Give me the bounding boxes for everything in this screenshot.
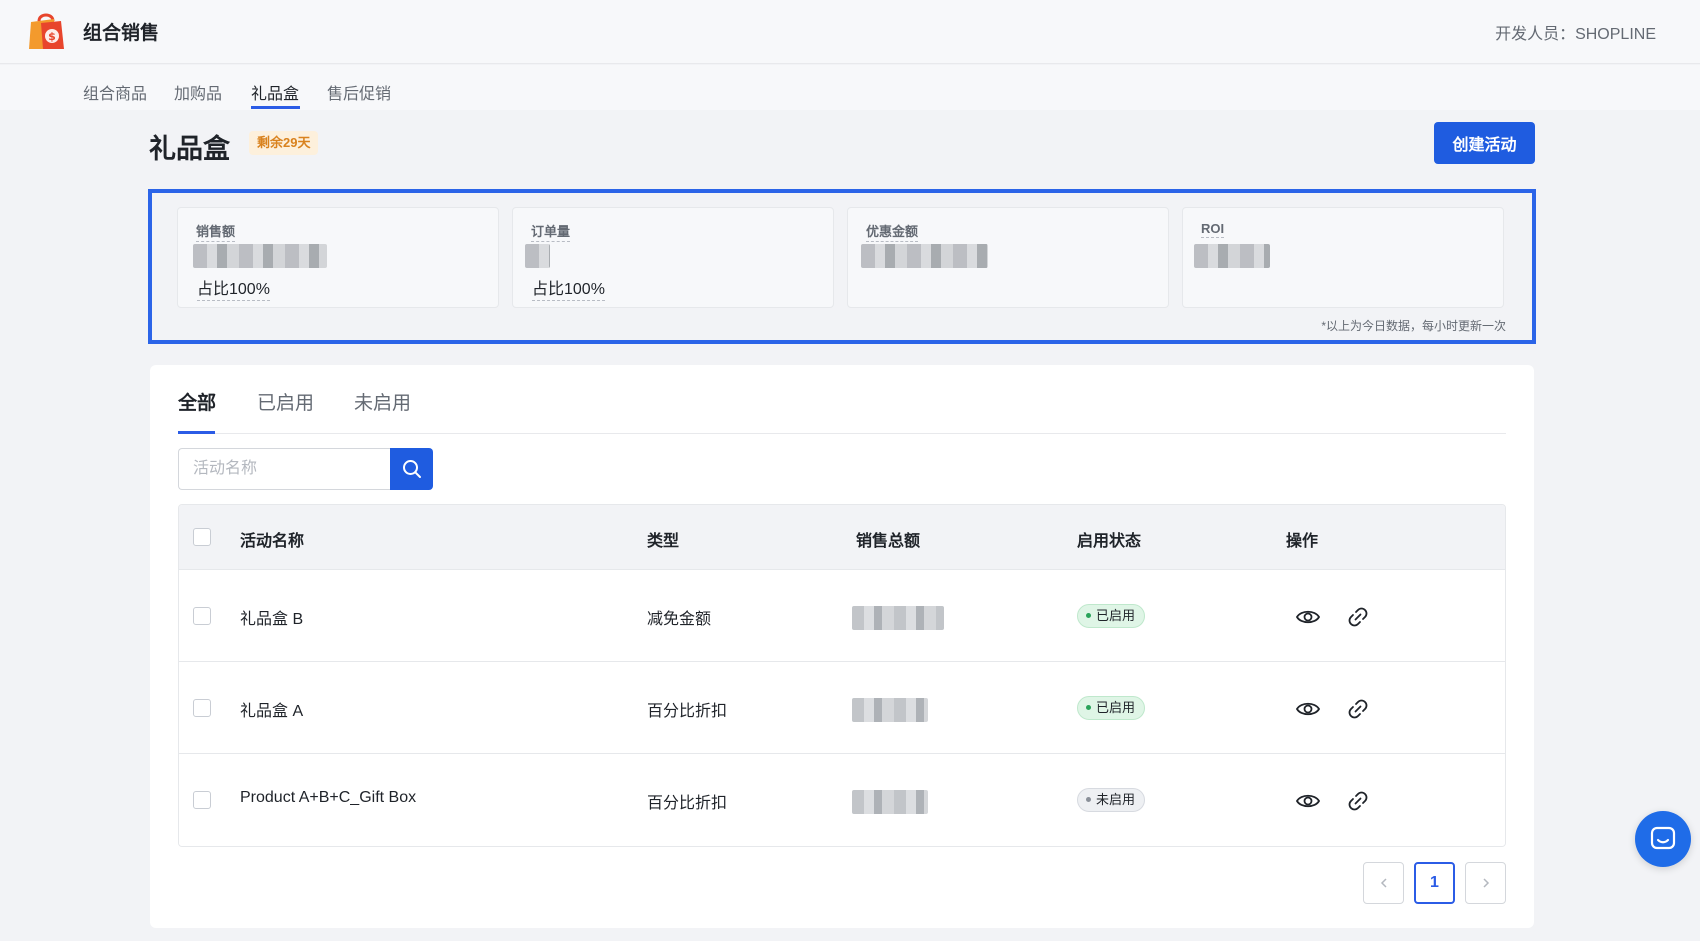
column-header-type: 类型 [647, 533, 680, 550]
column-header-name: 活动名称 [240, 533, 305, 550]
tab-enabled[interactable]: 已启用 [257, 388, 314, 415]
status-dot [1086, 797, 1091, 803]
table-row: 礼品盒 B 减免金额 已启用 [179, 570, 1505, 662]
subnav-item-bundle-products[interactable]: 组合商品 [83, 80, 147, 104]
stat-label[interactable]: 订单量 [531, 221, 571, 242]
status-text: 未启用 [1096, 792, 1136, 807]
view-eye-icon[interactable] [1295, 696, 1321, 722]
copy-link-icon[interactable] [1345, 604, 1371, 630]
row-activity-type: 百分比折扣 [647, 795, 728, 812]
page-title: 礼品盒 [149, 134, 230, 164]
stat-share[interactable]: 占比100% [532, 275, 605, 301]
row-activity-name: 礼品盒 B [240, 611, 304, 628]
subnav-item-add-on-products[interactable]: 加购品 [174, 80, 222, 104]
copy-link-icon[interactable] [1345, 788, 1371, 814]
days-remaining-badge: 剩余29天 [249, 131, 319, 155]
search-button[interactable] [390, 448, 433, 490]
view-eye-icon[interactable] [1295, 604, 1321, 630]
stat-card-roi: ROI [1182, 207, 1504, 308]
stat-value-blurred [1194, 244, 1270, 268]
previous-page-button[interactable] [1363, 862, 1404, 904]
stat-share[interactable]: 占比100% [197, 275, 270, 301]
status-badge: 已启用 [1077, 696, 1146, 720]
next-page-button[interactable] [1465, 862, 1506, 904]
activity-table: 活动名称 类型 销售总额 启用状态 操作 礼品盒 B 减免金额 已启用 礼品盒 … [178, 504, 1506, 847]
subnav-active-indicator [251, 106, 300, 109]
stats-panel: 销售额 占比100% 订单量 占比100% 优惠金额 ROI *以上为今日数据，… [148, 189, 1536, 344]
table-header: 活动名称 类型 销售总额 启用状态 操作 [179, 505, 1505, 570]
row-activity-type: 百分比折扣 [647, 703, 728, 720]
stat-value-blurred [193, 244, 327, 268]
row-checkbox[interactable] [193, 607, 211, 625]
row-checkbox[interactable] [193, 791, 211, 809]
chevron-right-icon [1482, 878, 1489, 888]
stat-card-discount-amount: 优惠金额 [847, 207, 1169, 308]
shopping-bag-logo-icon: $ [26, 9, 66, 51]
table-row: Product A+B+C_Gift Box 百分比折扣 未启用 [179, 754, 1505, 846]
copy-link-icon[interactable] [1345, 696, 1371, 722]
stats-update-note: *以上为今日数据，每小时更新一次 [1321, 319, 1506, 333]
stat-label[interactable]: 优惠金额 [866, 221, 919, 242]
sub-navigation: 组合商品 加购品 礼品盒 售后促销 [0, 65, 1700, 110]
activity-name-search-input[interactable] [178, 448, 391, 490]
stat-card-orders: 订单量 占比100% [512, 207, 834, 308]
tab-active-indicator [178, 431, 215, 434]
status-text: 已启用 [1096, 608, 1136, 623]
status-badge: 未启用 [1077, 788, 1146, 812]
chat-support-button[interactable] [1635, 811, 1691, 867]
subnav-item-after-sale-promotion[interactable]: 售后促销 [327, 80, 391, 104]
page-number-button[interactable]: 1 [1414, 862, 1455, 904]
subnav-item-gift-box[interactable]: 礼品盒 [251, 80, 299, 104]
column-header-actions: 操作 [1286, 533, 1319, 550]
row-activity-name: Product A+B+C_Gift Box [240, 789, 417, 806]
svg-text:$: $ [48, 30, 56, 43]
select-all-checkbox[interactable] [193, 528, 211, 546]
view-eye-icon[interactable] [1295, 788, 1321, 814]
tab-all[interactable]: 全部 [178, 388, 216, 415]
status-badge: 已启用 [1077, 604, 1146, 628]
tab-disabled[interactable]: 未启用 [354, 388, 411, 415]
table-row: 礼品盒 A 百分比折扣 已启用 [179, 662, 1505, 754]
stat-value-blurred [861, 244, 988, 268]
stat-value-blurred [525, 244, 550, 268]
activity-list-card: 全部 已启用 未启用 活动名称 类型 销售总额 启用状态 操作 礼品盒 B 减免… [150, 365, 1534, 928]
row-total-sales-blurred [852, 606, 944, 630]
stat-label[interactable]: 销售额 [196, 221, 236, 242]
column-header-status: 启用状态 [1077, 533, 1142, 550]
create-activity-button[interactable]: 创建活动 [1434, 122, 1535, 164]
app-title: 组合销售 [83, 23, 160, 44]
search-icon [402, 460, 421, 478]
top-bar: $ 组合销售 开发人员：SHOPLINE [0, 0, 1700, 64]
row-activity-name: 礼品盒 A [240, 703, 304, 720]
status-dot [1086, 613, 1091, 619]
row-checkbox[interactable] [193, 699, 211, 717]
row-total-sales-blurred [852, 790, 928, 814]
stat-label[interactable]: ROI [1201, 221, 1225, 238]
column-header-total-sales: 销售总额 [856, 533, 921, 550]
developer-label: 开发人员：SHOPLINE [1495, 26, 1656, 43]
row-activity-type: 减免金额 [647, 611, 712, 628]
tab-divider [178, 433, 1506, 434]
status-dot [1086, 705, 1091, 711]
stat-card-sales: 销售额 占比100% [177, 207, 499, 308]
chevron-left-icon [1380, 878, 1387, 888]
chat-bubble-icon [1650, 826, 1676, 850]
status-text: 已启用 [1096, 700, 1136, 715]
row-total-sales-blurred [852, 698, 928, 722]
